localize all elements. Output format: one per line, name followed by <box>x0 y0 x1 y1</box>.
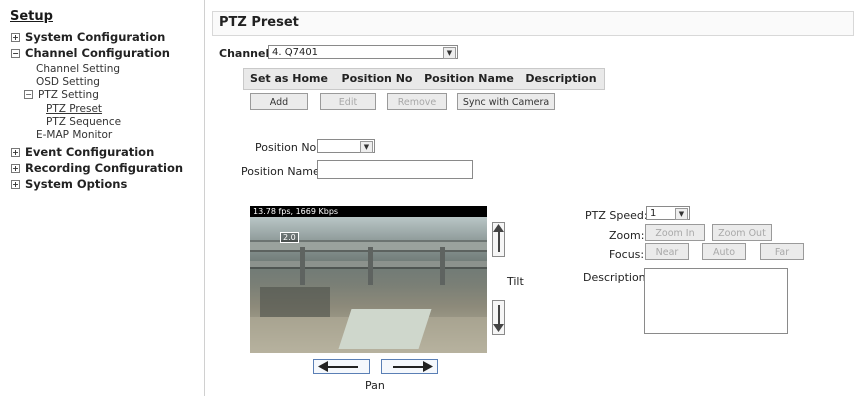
arrow-down-icon <box>493 324 504 332</box>
position-name-input[interactable] <box>317 160 473 179</box>
sidebar-item-label: System Configuration <box>25 30 166 44</box>
sidebar-item-event-configuration[interactable]: + Event Configuration <box>11 145 154 159</box>
sync-with-camera-button[interactable]: Sync with Camera <box>457 93 555 110</box>
sidebar-item-label: Event Configuration <box>25 145 155 159</box>
sidebar-item-label: System Options <box>25 177 128 191</box>
zoom-out-button[interactable]: Zoom Out <box>712 224 772 241</box>
chevron-down-icon[interactable]: ▼ <box>360 141 373 153</box>
position-name-label: Position Name: <box>241 165 324 178</box>
edit-button[interactable]: Edit <box>320 93 376 110</box>
tilt-label: Tilt <box>507 275 524 288</box>
ptz-speed-value: 1 <box>650 208 657 219</box>
sidebar-item-label: Recording Configuration <box>25 161 184 175</box>
sidebar-item-recording-configuration[interactable]: + Recording Configuration <box>11 161 183 175</box>
position-no-select[interactable]: ▼ <box>317 139 375 153</box>
collapse-minus-icon[interactable]: − <box>11 49 20 58</box>
column-header-set-as-home: Set as Home <box>250 72 328 85</box>
setup-title[interactable]: Setup <box>10 9 53 24</box>
sidebar-item-ptz-preset[interactable]: PTZ Preset <box>46 103 102 115</box>
zoom-label: Zoom: <box>609 229 645 242</box>
sidebar-item-system-options[interactable]: + System Options <box>11 177 127 191</box>
pan-left-button[interactable] <box>313 359 370 374</box>
sidebar-item-ptz-setting[interactable]: − PTZ Setting <box>24 89 99 101</box>
arrow-up-icon <box>493 224 504 232</box>
focus-far-button[interactable]: Far <box>760 243 804 260</box>
preset-table-header: Set as Home Position No Position Name De… <box>243 68 605 90</box>
sidebar-item-channel-setting[interactable]: Channel Setting <box>36 63 120 75</box>
focus-near-button[interactable]: Near <box>645 243 689 260</box>
focus-label: Focus: <box>609 248 645 261</box>
channel-label: Channel: <box>219 47 274 60</box>
position-no-label: Position No: <box>255 141 320 154</box>
zoom-badge: 2.0 <box>280 232 299 243</box>
sidebar-item-label: PTZ Setting <box>38 89 99 101</box>
sidebar-item-channel-configuration[interactable]: − Channel Configuration <box>11 46 170 60</box>
arrow-left-icon <box>318 361 328 372</box>
pan-label: Pan <box>365 379 385 392</box>
arrow-right-icon <box>423 361 433 372</box>
sidebar-item-ptz-sequence[interactable]: PTZ Sequence <box>46 116 121 128</box>
channel-select[interactable]: 4. Q7401 ▼ <box>268 45 458 59</box>
expand-plus-icon[interactable]: + <box>11 148 20 157</box>
sidebar: Setup + System Configuration − Channel Con… <box>0 0 205 396</box>
ptz-speed-label: PTZ Speed: <box>585 209 648 222</box>
video-status-text: 13.78 fps, 1669 Kbps <box>253 207 339 216</box>
sidebar-item-system-configuration[interactable]: + System Configuration <box>11 30 165 44</box>
channel-select-value: 4. Q7401 <box>272 47 319 58</box>
expand-plus-icon[interactable]: + <box>11 33 20 42</box>
description-textarea[interactable] <box>644 268 788 334</box>
page-title: PTZ Preset <box>219 15 299 30</box>
sidebar-item-label: Channel Configuration <box>25 46 170 60</box>
column-header-description: Description <box>525 72 597 85</box>
pan-right-button[interactable] <box>381 359 438 374</box>
column-header-position-no: Position No <box>341 72 413 85</box>
column-header-position-name: Position Name <box>424 72 514 85</box>
zoom-in-button[interactable]: Zoom In <box>645 224 705 241</box>
tilt-down-button[interactable] <box>492 300 505 335</box>
page-title-bar: PTZ Preset <box>212 11 854 36</box>
camera-live-view[interactable]: 13.78 fps, 1669 Kbps 2.0 <box>250 206 487 353</box>
expand-plus-icon[interactable]: + <box>11 180 20 189</box>
chevron-down-icon[interactable]: ▼ <box>675 208 688 220</box>
sidebar-item-emap-monitor[interactable]: E-MAP Monitor <box>36 129 112 141</box>
main-content: PTZ Preset Channel: 4. Q7401 ▼ Set as Ho… <box>205 0 858 396</box>
ptz-speed-select[interactable]: 1 ▼ <box>646 206 690 220</box>
remove-button[interactable]: Remove <box>387 93 447 110</box>
add-button[interactable]: Add <box>250 93 308 110</box>
camera-image: 2.0 <box>250 217 487 353</box>
tilt-up-button[interactable] <box>492 222 505 257</box>
description-label: Description: <box>583 271 650 284</box>
chevron-down-icon[interactable]: ▼ <box>443 47 456 59</box>
sidebar-item-osd-setting[interactable]: OSD Setting <box>36 76 100 88</box>
expand-plus-icon[interactable]: + <box>11 164 20 173</box>
collapse-minus-icon[interactable]: − <box>24 90 33 99</box>
focus-auto-button[interactable]: Auto <box>702 243 746 260</box>
